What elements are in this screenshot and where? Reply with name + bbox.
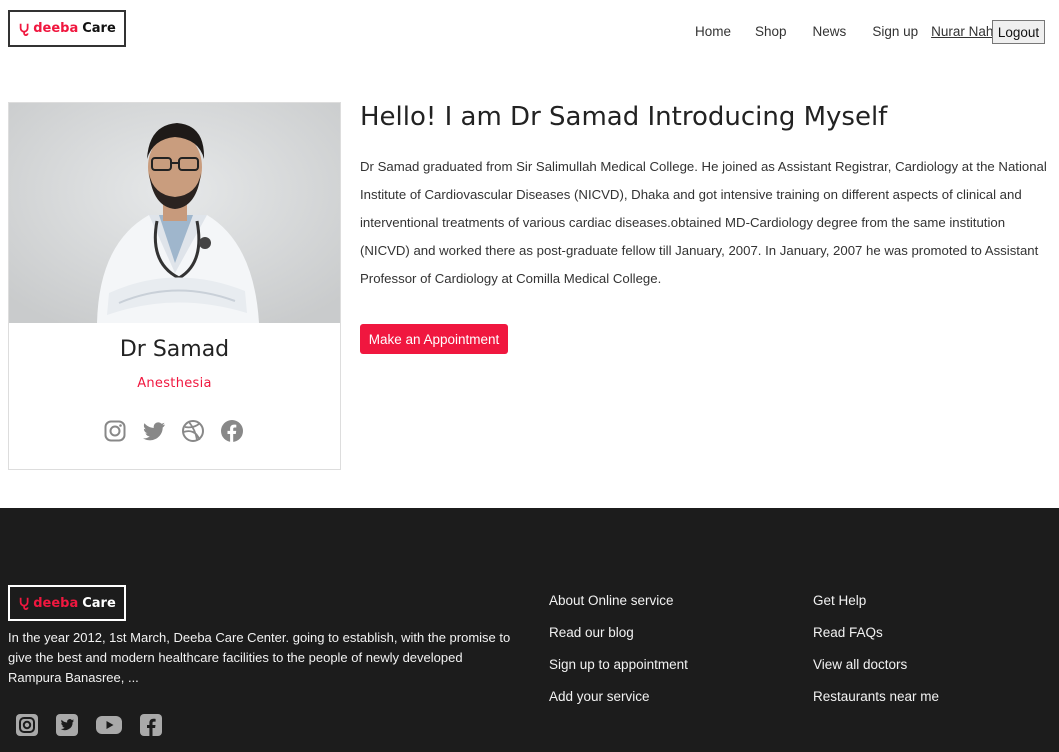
logo-text-secondary: Care: [82, 21, 116, 36]
footer-link-read-faqs[interactable]: Read FAQs: [813, 625, 939, 657]
footer-link-view-doctors[interactable]: View all doctors: [813, 657, 939, 689]
footer-link-about-online-service[interactable]: About Online service: [549, 593, 688, 625]
footer-links-services: About Online service Read our blog Sign …: [549, 593, 688, 721]
logo-text-primary: deeba: [33, 595, 79, 611]
logo-text-secondary: Care: [82, 595, 116, 611]
doctor-name: Dr Samad: [119, 337, 230, 362]
footer-link-signup-appointment[interactable]: Sign up to appointment: [549, 657, 688, 689]
footer-links-help: Get Help Read FAQs View all doctors Rest…: [813, 593, 939, 721]
youtube-icon[interactable]: [95, 713, 123, 737]
instagram-icon[interactable]: [103, 419, 127, 443]
facebook-icon[interactable]: [220, 419, 244, 443]
site-footer: deeba Care In the year 2012, 1st March, …: [0, 508, 1059, 752]
footer-about-text: In the year 2012, 1st March, Deeba Care …: [8, 630, 511, 685]
stethoscope-icon: [19, 597, 29, 610]
dribbble-icon[interactable]: [181, 419, 205, 443]
footer-logo[interactable]: deeba Care: [8, 585, 126, 621]
twitter-icon[interactable]: [142, 419, 166, 443]
footer-link-add-service[interactable]: Add your service: [549, 689, 688, 721]
main-nav: Home Shop News Sign up Nurar Nahar: [695, 24, 1005, 39]
doctor-profile-card: Dr Samad Anesthesia: [8, 102, 341, 470]
make-appointment-button[interactable]: Make an Appointment: [360, 324, 508, 354]
facebook-icon[interactable]: [139, 713, 163, 737]
nav-news-link[interactable]: News: [813, 24, 847, 39]
logout-button[interactable]: Logout: [992, 20, 1045, 44]
footer-social-links: [15, 713, 163, 737]
instagram-icon[interactable]: [15, 713, 39, 737]
footer-link-read-blog[interactable]: Read our blog: [549, 625, 688, 657]
intro-title: Hello! I am Dr Samad Introducing Myself: [360, 102, 888, 132]
footer-link-restaurants[interactable]: Restaurants near me: [813, 689, 939, 721]
nav-home-link[interactable]: Home: [695, 24, 731, 39]
doctor-photo: [9, 103, 340, 323]
nav-signup-link[interactable]: Sign up: [872, 24, 918, 39]
intro-paragraph: Dr Samad graduated from Sir Salimullah M…: [360, 159, 1047, 286]
stethoscope-icon: [19, 23, 29, 36]
logo-text-primary: deeba: [33, 21, 79, 36]
twitter-icon[interactable]: [55, 713, 79, 737]
nav-shop-link[interactable]: Shop: [755, 24, 787, 39]
site-logo[interactable]: deeba Care: [8, 10, 126, 47]
footer-link-get-help[interactable]: Get Help: [813, 593, 939, 625]
doctor-social-links: [103, 419, 244, 443]
doctor-specialty: Anesthesia: [137, 376, 212, 391]
